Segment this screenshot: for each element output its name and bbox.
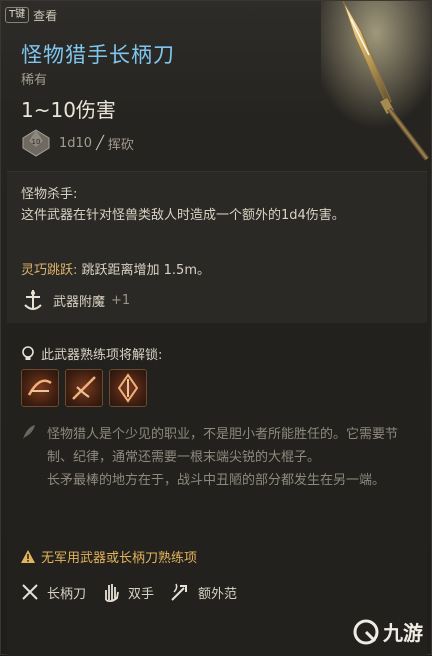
watermark-text: 九游 <box>383 621 423 645</box>
crossed-blades-icon <box>22 584 38 600</box>
watermark-logo: 九游 <box>353 617 423 646</box>
pommel-strike-icon <box>117 373 139 403</box>
unlock-text: 此武器熟练项将解锁: <box>41 348 163 363</box>
agility-jump-line: 灵巧跳跃: 跳跃距离增加 1.5m。 <box>21 259 210 278</box>
item-rarity: 稀有 <box>21 73 48 88</box>
skill-icon-1[interactable] <box>21 369 59 407</box>
skill-icon-3[interactable] <box>109 369 147 407</box>
warning-text: 无军用武器或长柄刀熟练项 <box>41 551 198 566</box>
damage-range: 1~10伤害 <box>21 98 116 122</box>
svg-text:10: 10 <box>32 138 41 146</box>
quill-icon <box>23 425 35 439</box>
enchant-label: 武器附魔 <box>53 294 106 310</box>
warning-icon <box>21 550 35 563</box>
weapon-properties: 长柄刀 双手 额外范 <box>21 582 253 602</box>
lunge-attack-icon <box>72 376 96 400</box>
agility-label: 灵巧跳跃: <box>21 263 78 278</box>
passive-title: 怪物杀手: <box>21 187 78 202</box>
slash-damage-icon: ╱ <box>96 135 104 151</box>
t-key-badge: T键 <box>5 7 30 23</box>
property-reach[interactable]: 额外范 <box>170 582 237 602</box>
flavor-line-1: 怪物猎人是个少见的职业，不是胆小者所能胜任的。它需要节制、纪律，通常还需要一根末… <box>47 427 399 465</box>
skill-icon-2[interactable] <box>65 369 103 407</box>
agility-text: 跳跃距离增加 1.5m。 <box>77 263 210 278</box>
dice-label: 1d10 <box>59 135 93 151</box>
property-polearm[interactable]: 长柄刀 <box>21 583 86 602</box>
enchant-value: +1 <box>111 292 131 308</box>
flavor-line-2: 长矛最棒的地方在于，战斗中丑陋的部分都发生在另一端。 <box>47 473 386 488</box>
hand-icon <box>105 584 119 602</box>
nine-game-logo-icon <box>353 619 379 644</box>
reach-icon <box>171 583 188 601</box>
property-label: 双手 <box>128 586 155 602</box>
property-two-handed[interactable]: 双手 <box>102 582 154 602</box>
sweep-attack-icon <box>27 379 52 396</box>
item-name: 怪物猎手长柄刀 <box>21 43 175 67</box>
proficiency-warning: 无军用武器或长柄刀熟练项 <box>21 547 197 566</box>
passive-description: 这件武器在针对怪兽类敌人时造成一个额外的1d4伤害。 <box>21 208 345 223</box>
damage-type: 挥砍 <box>107 137 134 153</box>
inspect-label: 查看 <box>33 8 58 23</box>
glaive-weapon-icon <box>321 1 431 161</box>
inspect-hint[interactable]: T键 查看 <box>5 5 57 25</box>
weapon-enchant-row: 武器附魔 +1 <box>21 289 130 311</box>
skill-icons <box>21 369 147 407</box>
property-label: 长柄刀 <box>47 586 87 602</box>
item-tooltip: T键 查看 怪物猎手长柄刀 稀有 1~10伤害 10 1d10 ╱ 挥砍 怪物杀… <box>0 0 432 656</box>
enchant-icon <box>24 290 42 310</box>
property-label: 额外范 <box>198 586 238 602</box>
d10-dice-icon: 10 <box>22 129 50 157</box>
lightbulb-icon <box>22 345 34 360</box>
flavor-text: 怪物猎人是个少见的职业，不是胆小者所能胜任的。它需要节制、纪律，通常还需要一根末… <box>47 423 407 492</box>
proficiency-unlock: 此武器熟练项将解锁: <box>21 344 162 363</box>
damage-dice-row: 10 1d10 ╱ 挥砍 <box>21 129 134 157</box>
